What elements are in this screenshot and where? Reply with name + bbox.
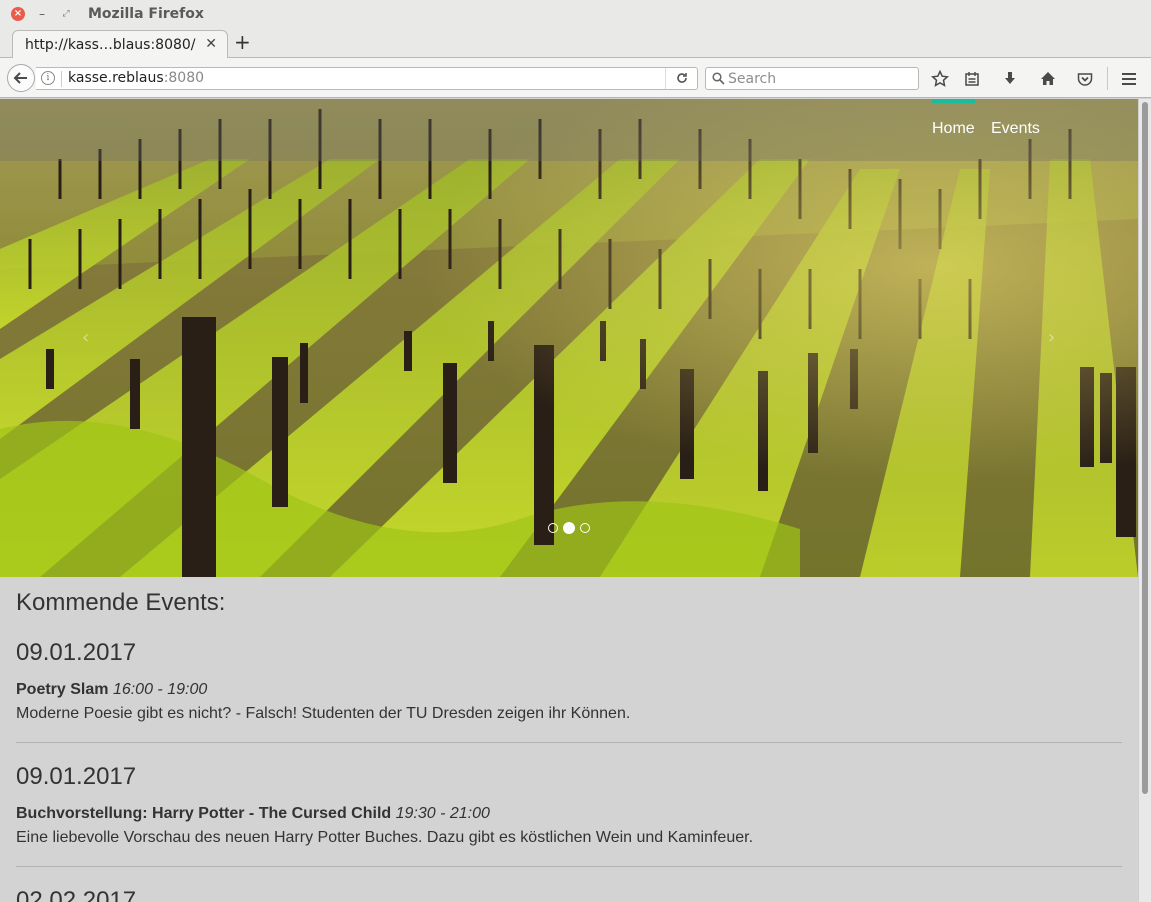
nav-active-indicator — [932, 99, 975, 103]
event-date: 02.02.2017 — [16, 887, 137, 902]
event-item: 09.01.2017 Poetry Slam 16:00 - 19:00 Mod… — [16, 639, 1122, 743]
event-description: Moderne Poesie gibt es nicht? - Falsch! … — [16, 705, 631, 722]
new-tab-button[interactable]: + — [234, 31, 251, 53]
home-icon[interactable] — [1037, 68, 1059, 90]
search-input[interactable] — [728, 70, 913, 87]
event-title: Buchvorstellung: Harry Potter - The Curs… — [16, 805, 392, 822]
reload-icon — [676, 73, 687, 83]
tab-close-icon[interactable]: ✕ — [205, 36, 217, 52]
reload-button[interactable] — [665, 68, 697, 89]
pocket-icon[interactable] — [1074, 68, 1096, 90]
events-section: Kommende Events: 09.01.2017 Poetry Slam … — [16, 577, 1122, 902]
scrollbar-thumb[interactable] — [1142, 102, 1148, 794]
url-host: kasse.reblaus — [68, 70, 164, 86]
window-titlebar: × – ⤢ Mozilla Firefox — [0, 0, 1151, 28]
bookmark-star-icon[interactable] — [929, 68, 951, 90]
download-icon[interactable] — [999, 68, 1021, 90]
event-time: 19:30 - 21:00 — [395, 805, 490, 822]
search-icon — [712, 72, 725, 85]
search-bar[interactable] — [705, 67, 919, 90]
tab-strip: http://kass…blaus:8080/ ✕ — [0, 28, 1151, 59]
vertical-scrollbar[interactable] — [1138, 99, 1151, 902]
carousel-prev-icon[interactable]: ‹ — [82, 327, 89, 348]
vineyard-image — [0, 99, 1138, 577]
carousel-indicator-3[interactable] — [580, 523, 590, 533]
window-minimize-button[interactable]: – — [35, 7, 49, 21]
toolbar-separator — [1107, 67, 1108, 90]
hero-carousel: Home Events ‹ › — [0, 99, 1138, 577]
site-navbar: Home Events — [0, 99, 1138, 161]
url-text[interactable]: kasse.reblaus:8080 — [68, 70, 204, 86]
carousel-indicator-2[interactable] — [563, 522, 575, 534]
url-separator — [61, 71, 62, 87]
event-meta: Buchvorstellung: Harry Potter - The Curs… — [16, 805, 1122, 825]
url-port: :8080 — [163, 70, 205, 86]
events-heading: Kommende Events: — [16, 589, 226, 616]
carousel-indicator-1[interactable] — [548, 523, 558, 533]
url-bar[interactable]: i kasse.reblaus:8080 — [36, 67, 698, 90]
event-meta: Poetry Slam 16:00 - 19:00 — [16, 681, 1122, 701]
browser-tab[interactable]: http://kass…blaus:8080/ ✕ — [12, 30, 228, 59]
site-info-icon[interactable]: i — [41, 71, 55, 85]
event-title: Poetry Slam — [16, 681, 109, 698]
window-title: Mozilla Firefox — [88, 6, 204, 22]
event-description: Eine liebevolle Vorschau des neuen Harry… — [16, 829, 754, 846]
reading-list-icon[interactable] — [961, 68, 983, 90]
navigation-toolbar: i kasse.reblaus:8080 — [0, 58, 1151, 98]
tab-label: http://kass…blaus:8080/ — [25, 37, 196, 53]
window-maximize-button[interactable]: ⤢ — [59, 7, 73, 21]
nav-home-link[interactable]: Home — [932, 120, 975, 138]
window-close-button[interactable]: × — [11, 7, 25, 21]
menu-icon[interactable] — [1118, 68, 1140, 90]
event-date: 09.01.2017 — [16, 639, 137, 666]
carousel-next-icon[interactable]: › — [1048, 327, 1055, 348]
event-item: 09.01.2017 Buchvorstellung: Harry Potter… — [16, 763, 1122, 867]
back-arrow-icon — [13, 72, 27, 84]
event-item: 02.02.2017 — [16, 887, 1122, 902]
event-time: 16:00 - 19:00 — [112, 681, 208, 698]
nav-events-link[interactable]: Events — [991, 120, 1040, 138]
back-button[interactable] — [7, 64, 35, 92]
event-date: 09.01.2017 — [16, 763, 137, 790]
page-viewport: Home Events ‹ › Kommende Events: 09.01.2… — [0, 99, 1138, 902]
